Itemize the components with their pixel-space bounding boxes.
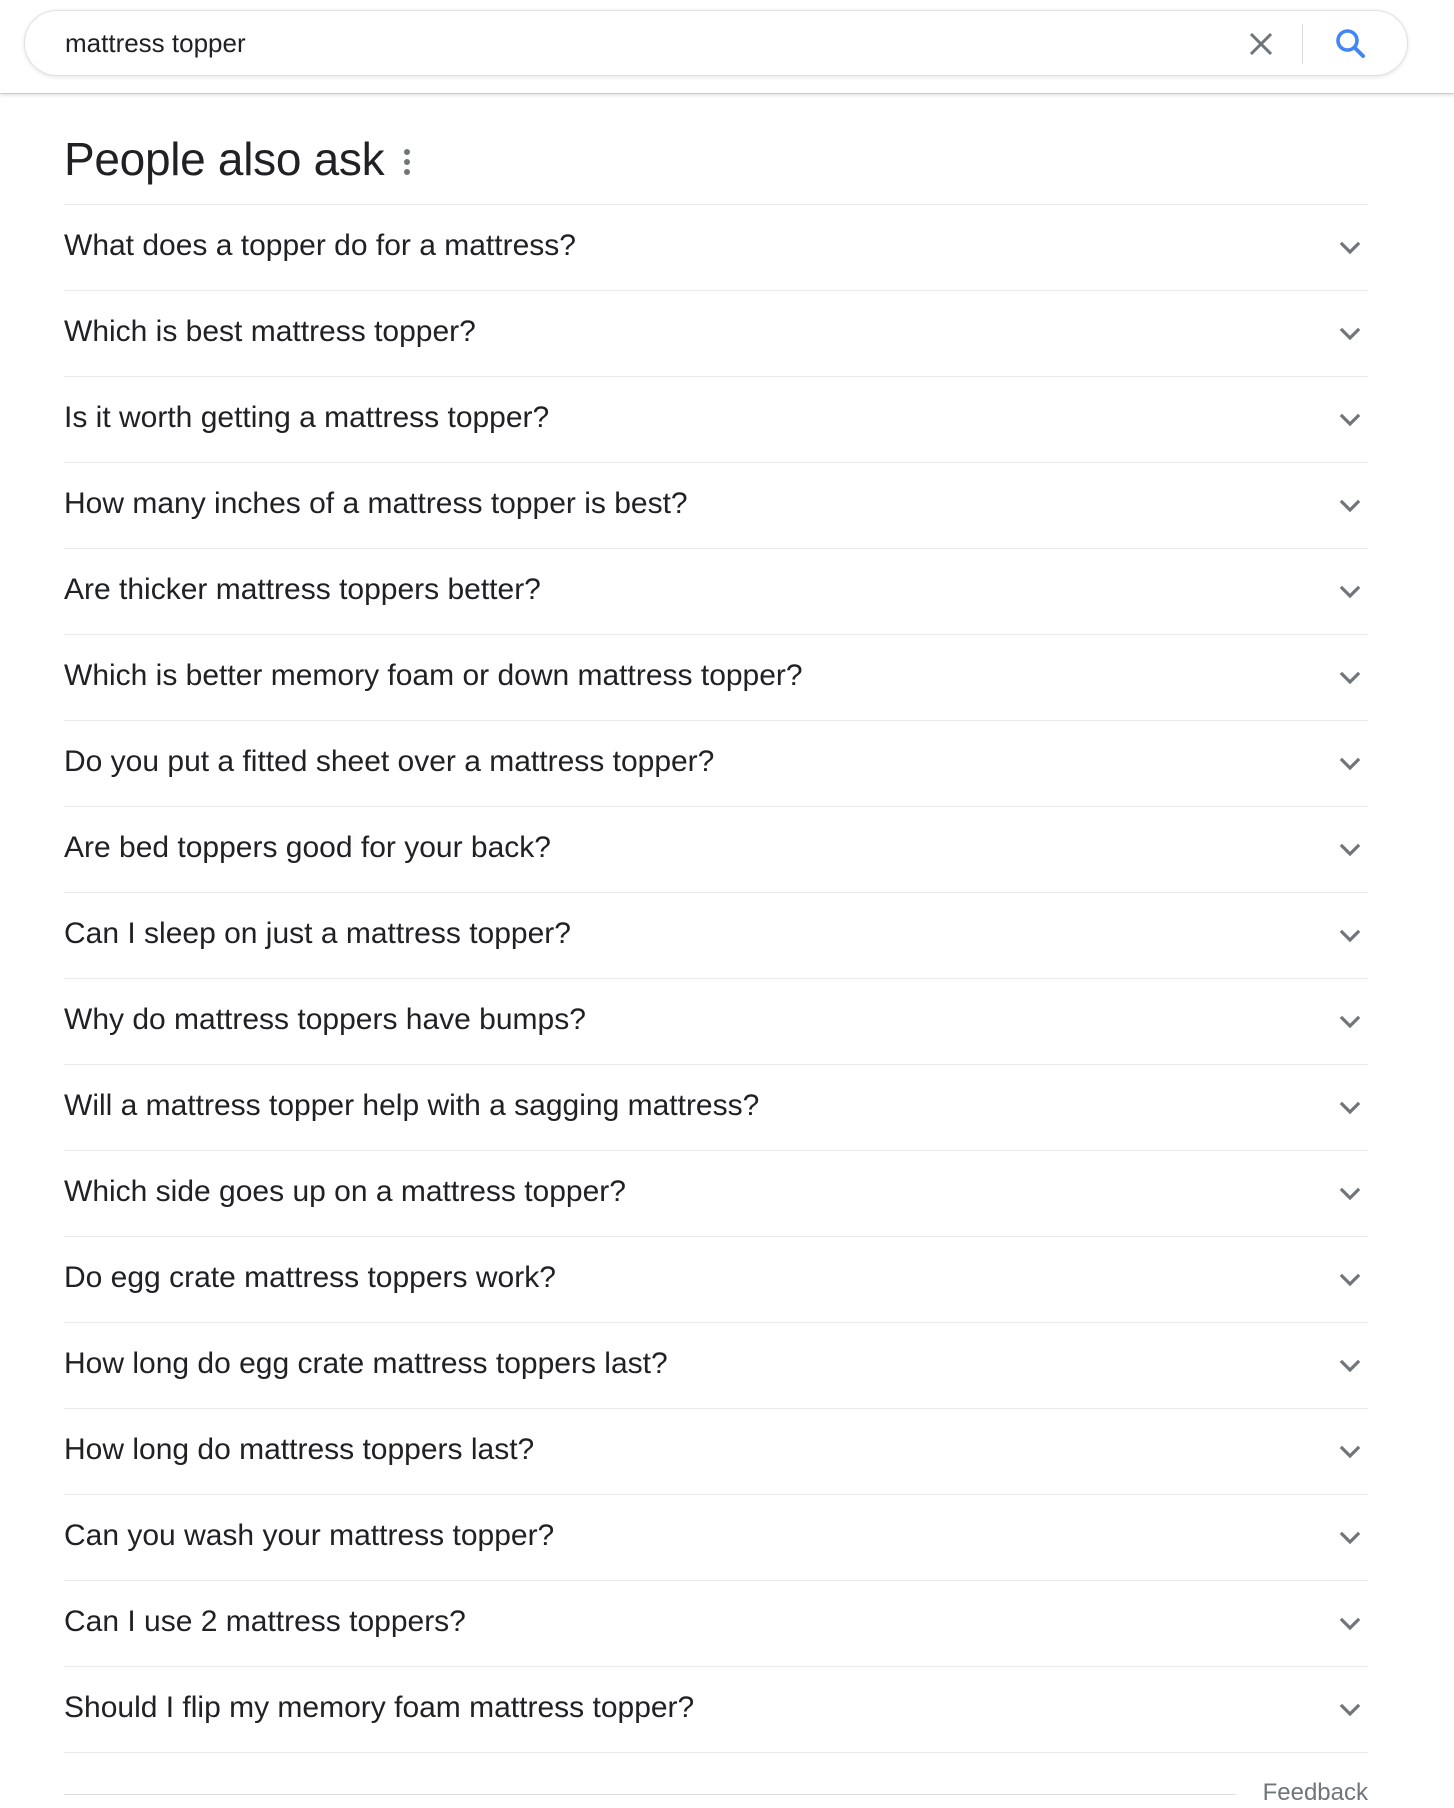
feedback-row: Feedback (64, 1753, 1368, 1806)
chevron-down-icon (1339, 1445, 1361, 1459)
chevron-down-icon (1339, 1531, 1361, 1545)
chevron-down-icon (1339, 929, 1361, 943)
chevron-down-icon (1339, 1101, 1361, 1115)
chevron-down-icon (1339, 327, 1361, 341)
people-also-ask-title: People also ask (64, 133, 385, 185)
question-text: How long do mattress toppers last? (64, 1433, 535, 1466)
question-item[interactable]: How many inches of a mattress topper is … (64, 463, 1368, 549)
question-item[interactable]: Which is best mattress topper? (64, 291, 1368, 377)
question-text: Which is best mattress topper? (64, 315, 476, 348)
question-text: What does a topper do for a mattress? (64, 229, 576, 262)
chevron-down-icon (1339, 241, 1361, 255)
question-text: Do egg crate mattress toppers work? (64, 1261, 556, 1294)
chevron-down-icon (1339, 757, 1361, 771)
question-item[interactable]: How long do egg crate mattress toppers l… (64, 1323, 1368, 1409)
question-text: Which is better memory foam or down matt… (64, 659, 803, 692)
question-text: Why do mattress toppers have bumps? (64, 1003, 586, 1036)
question-text: Will a mattress topper help with a saggi… (64, 1089, 760, 1122)
question-item[interactable]: Is it worth getting a mattress topper? (64, 377, 1368, 463)
search-results-page: People also ask What does a topper do fo… (0, 0, 1454, 1808)
question-item[interactable]: What does a topper do for a mattress? (64, 205, 1368, 291)
chevron-down-icon (1339, 1273, 1361, 1287)
people-also-ask-section: People also ask What does a topper do fo… (64, 126, 1368, 1806)
question-item[interactable]: Which is better memory foam or down matt… (64, 635, 1368, 721)
question-item[interactable]: Which side goes up on a mattress topper? (64, 1151, 1368, 1237)
question-text: Are thicker mattress toppers better? (64, 573, 541, 606)
question-item[interactable]: Are thicker mattress toppers better? (64, 549, 1368, 635)
chevron-down-icon (1339, 585, 1361, 599)
question-list: What does a topper do for a mattress? Whi… (64, 204, 1368, 1753)
question-item[interactable]: Do egg crate mattress toppers work? (64, 1237, 1368, 1323)
question-text: Can I sleep on just a mattress topper? (64, 917, 571, 950)
chevron-down-icon (1339, 843, 1361, 857)
chevron-down-icon (1339, 1359, 1361, 1373)
question-text: How many inches of a mattress topper is … (64, 487, 688, 520)
chevron-down-icon (1339, 1617, 1361, 1631)
search-icon (1336, 29, 1365, 58)
search-box[interactable] (24, 10, 1408, 76)
search-input[interactable] (65, 23, 1205, 63)
question-text: Should I flip my memory foam mattress to… (64, 1691, 695, 1724)
question-text: Do you put a fitted sheet over a mattres… (64, 745, 715, 778)
question-item[interactable]: Can I sleep on just a mattress topper? (64, 893, 1368, 979)
search-box-divider (1302, 24, 1303, 64)
question-item[interactable]: How long do mattress toppers last? (64, 1409, 1368, 1495)
question-item[interactable]: Do you put a fitted sheet over a mattres… (64, 721, 1368, 807)
search-header (0, 0, 1454, 93)
question-text: Are bed toppers good for your back? (64, 831, 551, 864)
feedback-link[interactable]: Feedback (1263, 1779, 1368, 1807)
chevron-down-icon (1339, 671, 1361, 685)
question-text: Is it worth getting a mattress topper? (64, 401, 550, 434)
chevron-down-icon (1339, 413, 1361, 427)
question-text: Can you wash your mattress topper? (64, 1519, 555, 1552)
more-vert-icon (404, 149, 410, 175)
chevron-down-icon (1339, 499, 1361, 513)
clear-search-button[interactable] (1241, 24, 1281, 64)
question-text: How long do egg crate mattress toppers l… (64, 1347, 668, 1380)
question-item[interactable]: Why do mattress toppers have bumps? (64, 979, 1368, 1065)
chevron-down-icon (1339, 1703, 1361, 1717)
more-options-button[interactable] (395, 144, 419, 180)
feedback-divider (64, 1794, 1236, 1795)
people-also-ask-header: People also ask (64, 126, 1368, 204)
chevron-down-icon (1339, 1015, 1361, 1029)
question-item[interactable]: Will a mattress topper help with a saggi… (64, 1065, 1368, 1151)
question-item[interactable]: Can you wash your mattress topper? (64, 1495, 1368, 1581)
question-item[interactable]: Can I use 2 mattress toppers? (64, 1581, 1368, 1667)
close-icon (1249, 32, 1273, 56)
question-text: Can I use 2 mattress toppers? (64, 1605, 466, 1638)
search-button[interactable] (1331, 24, 1371, 64)
question-item[interactable]: Should I flip my memory foam mattress to… (64, 1667, 1368, 1753)
question-item[interactable]: Are bed toppers good for your back? (64, 807, 1368, 893)
chevron-down-icon (1339, 1187, 1361, 1201)
question-text: Which side goes up on a mattress topper? (64, 1175, 626, 1208)
